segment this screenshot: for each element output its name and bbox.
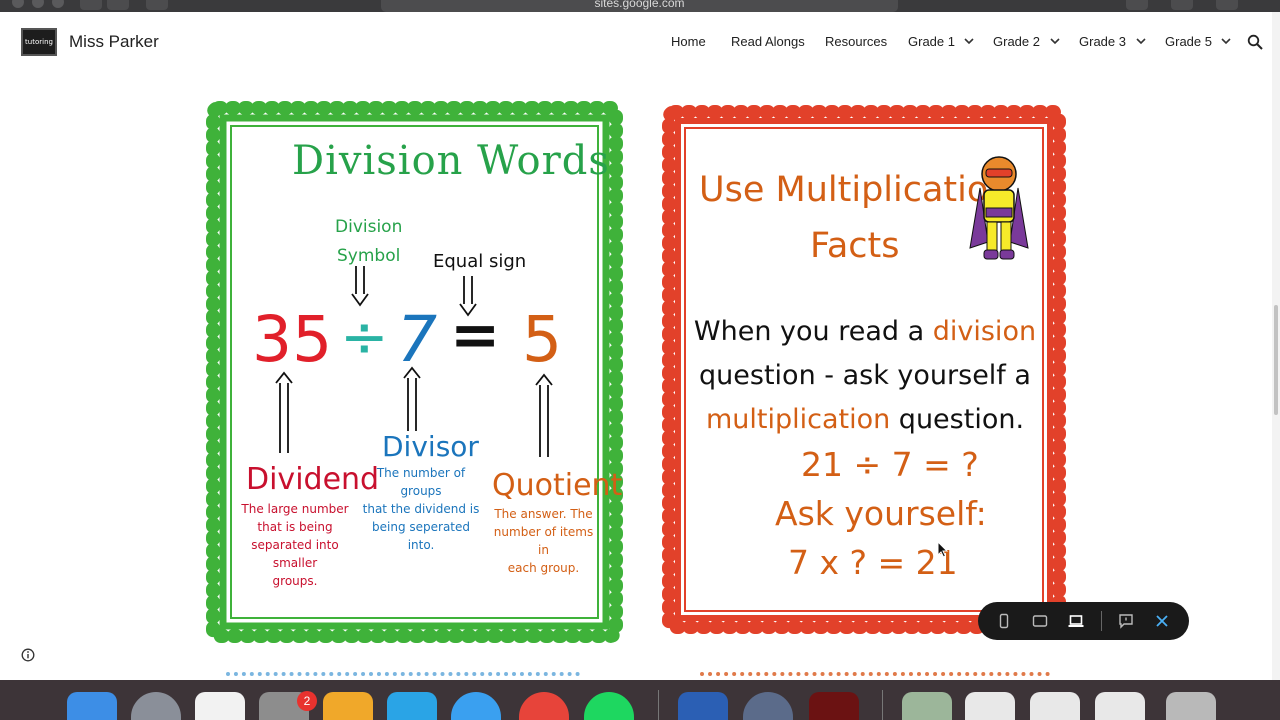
- up-arrow-icon: [275, 371, 293, 453]
- finder-icon[interactable]: [67, 692, 117, 720]
- division-word: division: [932, 316, 1037, 347]
- sidebar-toggle-button[interactable]: [146, 0, 168, 10]
- tablet-preview-icon[interactable]: [1032, 613, 1048, 629]
- notification-badge: 2: [297, 691, 317, 711]
- nav-grade-2[interactable]: Grade 2: [993, 34, 1040, 49]
- testflight-icon[interactable]: [387, 692, 437, 720]
- dividend-description: The large number that is being separated…: [241, 502, 349, 588]
- body-text: question - ask yourself a: [699, 360, 1031, 391]
- chevron-down-icon[interactable]: [1050, 36, 1060, 46]
- back-button[interactable]: [80, 0, 102, 10]
- mouse-cursor-icon: [937, 541, 949, 558]
- browser-toolbar: sites.google.com: [0, 0, 1280, 12]
- toolbar-separator: [1101, 611, 1102, 631]
- body-text: When you read a: [693, 316, 933, 347]
- zoom-window-icon[interactable]: [52, 0, 64, 8]
- nav-resources[interactable]: Resources: [825, 34, 887, 49]
- scrollbar-thumb[interactable]: [1274, 305, 1278, 415]
- forward-button[interactable]: [107, 0, 129, 10]
- acrobat-icon[interactable]: [809, 692, 859, 720]
- info-icon[interactable]: [21, 648, 35, 662]
- feedback-icon[interactable]: [1118, 613, 1134, 629]
- news-icon[interactable]: [195, 692, 245, 720]
- multiplication-facts-body: When you read a division question - ask …: [690, 310, 1040, 442]
- chevron-down-icon[interactable]: [1221, 36, 1231, 46]
- chevron-down-icon[interactable]: [1136, 36, 1146, 46]
- site-title[interactable]: Miss Parker: [69, 32, 159, 52]
- nav-grade-1[interactable]: Grade 1: [908, 34, 955, 49]
- document-thumbnail-icon[interactable]: [1030, 692, 1080, 720]
- up-arrow-icon: [403, 366, 421, 431]
- nav-grade-3[interactable]: Grade 3: [1079, 34, 1126, 49]
- launchpad-icon[interactable]: [131, 692, 181, 720]
- share-button[interactable]: [1171, 0, 1193, 10]
- equals-sign: =: [450, 300, 501, 370]
- search-icon[interactable]: [1247, 34, 1263, 50]
- body-text: question.: [890, 404, 1025, 435]
- multiplication-facts-title: Use Multiplication Facts: [699, 170, 1011, 266]
- divisor-number: 7: [397, 303, 438, 376]
- dividend-number: 35: [252, 303, 333, 376]
- divisor-description: The number of groups that the dividend i…: [362, 466, 480, 552]
- url-text: sites.google.com: [594, 0, 685, 10]
- minimize-window-icon[interactable]: [32, 0, 44, 8]
- division-words-title: Division Words: [292, 138, 610, 184]
- next-poster-border: [700, 672, 1050, 680]
- document-thumbnail-icon[interactable]: [902, 692, 952, 720]
- multiplication-equation: 7 x ? = 21: [788, 543, 958, 582]
- pages-icon[interactable]: [323, 692, 373, 720]
- document-thumbnail-icon[interactable]: [965, 692, 1015, 720]
- document-thumbnail-icon[interactable]: [1095, 692, 1145, 720]
- division-sign: ÷: [340, 303, 389, 371]
- close-window-icon[interactable]: [12, 0, 24, 8]
- quotient-number: 5: [522, 303, 563, 376]
- chrome-icon[interactable]: [519, 692, 569, 720]
- multiplication-word: multiplication: [705, 404, 891, 435]
- site-logo[interactable]: tutoring: [21, 28, 57, 56]
- dock-separator: [658, 690, 659, 720]
- dock-separator: [882, 690, 883, 720]
- chevron-down-icon[interactable]: [964, 36, 974, 46]
- superhero-kid-illustration: [969, 156, 1029, 260]
- ask-yourself-text: Ask yourself:: [775, 494, 987, 533]
- quotient-description: The answer. The number of items in each …: [493, 507, 594, 575]
- preview-device-toolbar: [978, 602, 1189, 640]
- macos-dock: [0, 680, 1280, 720]
- downloads-button[interactable]: [1126, 0, 1148, 10]
- laptop-preview-icon[interactable]: [1068, 613, 1084, 629]
- site-header: tutoring Miss Parker Home Read Alongs Re…: [0, 12, 1272, 72]
- close-icon[interactable]: [1154, 613, 1170, 629]
- nav-grade-5[interactable]: Grade 5: [1165, 34, 1212, 49]
- next-poster-border: [226, 672, 580, 680]
- tabs-overview-button[interactable]: [1216, 0, 1238, 10]
- phone-preview-icon[interactable]: [996, 613, 1012, 629]
- safari-icon[interactable]: [451, 692, 501, 720]
- nav-read-alongs[interactable]: Read Alongs: [731, 34, 805, 49]
- nav-home[interactable]: Home: [671, 34, 706, 49]
- web-page: tutoring Miss Parker Home Read Alongs Re…: [0, 12, 1280, 680]
- quicktime-icon[interactable]: [743, 692, 793, 720]
- divisor-label: Divisor: [382, 430, 479, 463]
- quotient-label: Quotient: [492, 468, 623, 503]
- spotify-icon[interactable]: [584, 692, 634, 720]
- dividend-label: Dividend: [246, 462, 380, 497]
- example-equation: 21 ÷ 7 = ?: [801, 445, 979, 484]
- up-arrow-icon: [535, 373, 553, 457]
- word-icon[interactable]: [678, 692, 728, 720]
- address-bar[interactable]: sites.google.com: [381, 0, 898, 12]
- trash-icon[interactable]: [1166, 692, 1216, 720]
- down-arrow-icon: [351, 266, 369, 307]
